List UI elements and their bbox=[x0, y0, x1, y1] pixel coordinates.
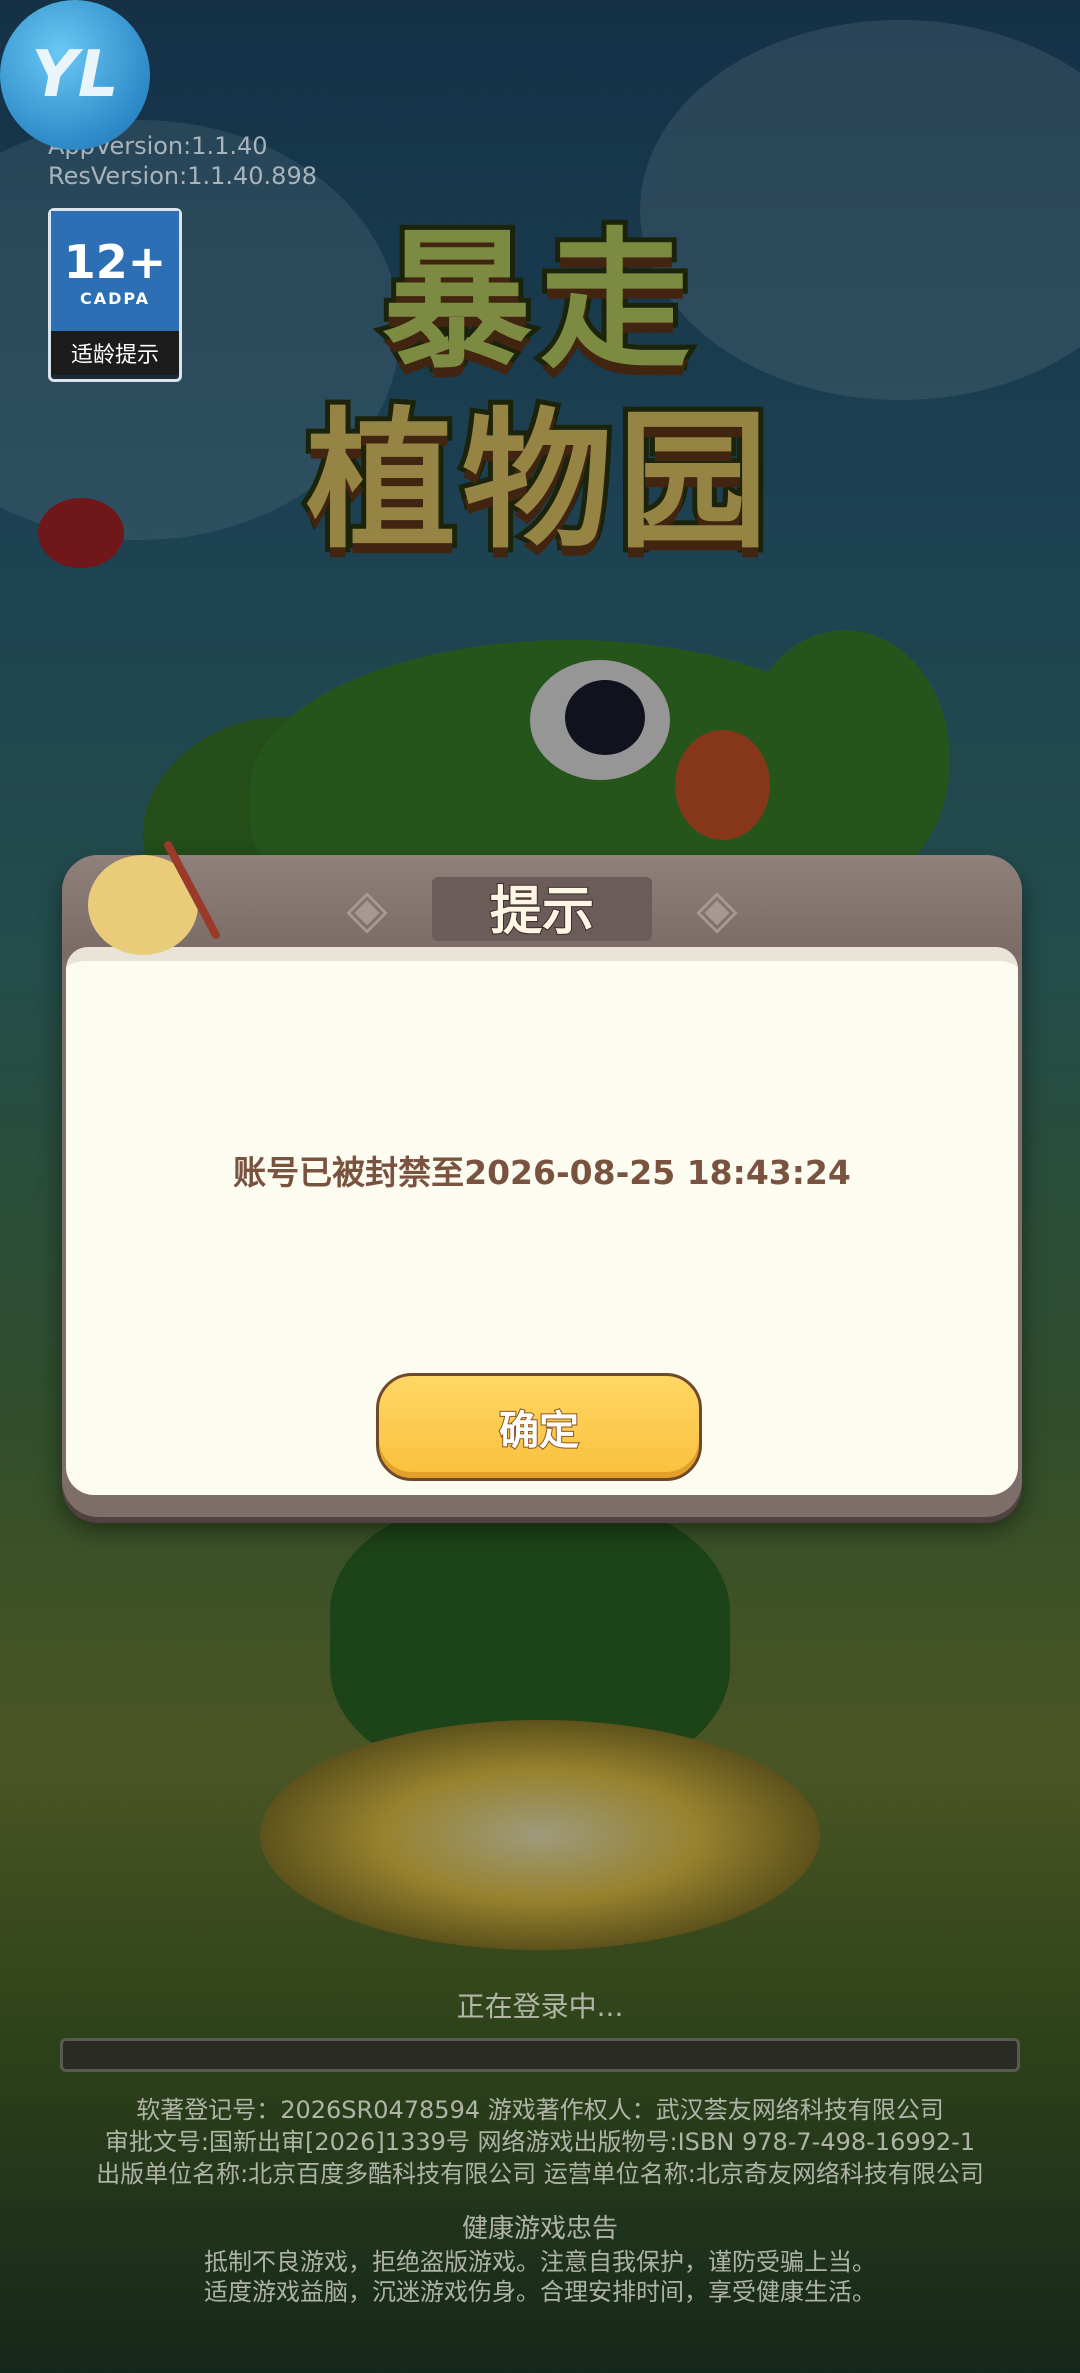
loading-status: 正在登录中... bbox=[456, 1990, 624, 2023]
game-logo: 暴走 植物园 bbox=[170, 170, 910, 590]
floating-logo-text: YL bbox=[31, 38, 119, 112]
light-burst bbox=[260, 1720, 820, 1950]
age-rating-badge[interactable]: 12+ CADPA 适龄提示 bbox=[48, 208, 182, 382]
confirm-button[interactable]: 确定 bbox=[376, 1373, 702, 1481]
side-character bbox=[38, 498, 124, 568]
dialog-message: 账号已被封禁至2026-08-25 18:43:24 bbox=[233, 1153, 851, 1192]
footer-approval-line: 审批文号:国新出审[2026]1339号 网络游戏出版物号:ISBN 978-7… bbox=[104, 2128, 976, 2156]
footer-copyright-line: 软著登记号：2026SR0478594 游戏著作权人：武汉荟友网络科技有限公司 bbox=[136, 2096, 944, 2124]
floating-assistant-button[interactable]: YL bbox=[0, 0, 150, 150]
age-rating-number: 12+ bbox=[63, 234, 167, 289]
health-advice-title: 健康游戏忠告 bbox=[461, 2214, 618, 2244]
age-rating-org: CADPA bbox=[79, 288, 151, 308]
alert-dialog: ◈ ◈ 提示 账号已被封禁至2026-08-25 18:43:24 确定 bbox=[62, 839, 1022, 1517]
plant-cheek bbox=[675, 730, 770, 840]
mascot-icon bbox=[60, 835, 222, 955]
plant-pupil bbox=[565, 680, 645, 755]
footer-publisher-line: 出版单位名称:北京百度多酷科技有限公司 运营单位名称:北京奇友网络科技有限公司 bbox=[96, 2160, 984, 2188]
res-version: ResVersion:1.1.40.898 bbox=[48, 162, 317, 190]
dialog-body: 账号已被封禁至2026-08-25 18:43:24 确定 bbox=[66, 947, 1018, 1495]
loading-progress-bar bbox=[60, 2038, 1020, 2072]
health-advice-line: 适度游戏益脑，沉迷游戏伤身。合理安排时间，享受健康生活。 bbox=[204, 2278, 876, 2306]
age-rating-label: 适龄提示 bbox=[51, 331, 179, 375]
game-logo-line2: 植物园 bbox=[301, 390, 774, 574]
